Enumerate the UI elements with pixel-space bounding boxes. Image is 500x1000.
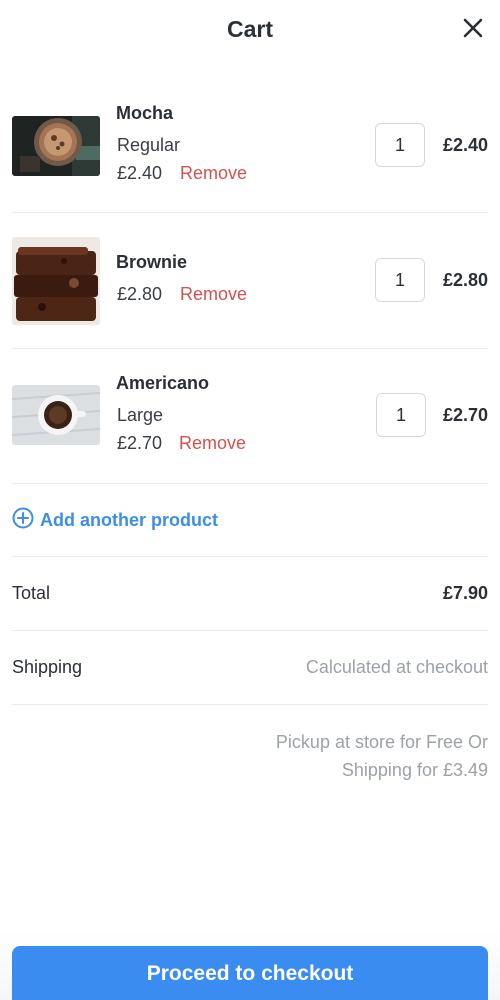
divider — [12, 483, 488, 484]
proceed-to-checkout-button[interactable]: Proceed to checkout — [12, 946, 488, 1000]
total-label: Total — [12, 583, 51, 603]
item-variant: Large — [117, 405, 164, 425]
divider — [12, 630, 488, 631]
americano-photo — [12, 385, 100, 445]
remove-button[interactable]: Remove — [179, 433, 246, 454]
plus-circle-icon — [12, 507, 34, 534]
shipping-note-line: Pickup at store for Free Or — [275, 732, 488, 752]
quantity-field[interactable]: 1 — [376, 393, 426, 437]
total-value: £7.90 — [442, 583, 488, 603]
item-line-total: £2.70 — [442, 405, 488, 425]
cart-item-americano: Americano Large £2.70 Remove 1 £2.70 — [0, 0, 500, 483]
shipping-note-line: Shipping for £3.49 — [341, 760, 488, 780]
add-product-link[interactable]: Add another product — [12, 507, 218, 534]
item-name: Americano — [116, 373, 210, 393]
item-unit-price: £2.70 — [117, 433, 163, 453]
divider — [12, 556, 488, 557]
add-product-label: Add another product — [40, 509, 218, 530]
shipping-label: Shipping — [12, 657, 83, 677]
shipping-value: Calculated at checkout — [305, 657, 488, 677]
cart-page: Cart Mocha Regular £2.40 Remove 1 £2.40 … — [0, 0, 500, 1000]
shipping-note: Pickup at store for Free Or Shipping for… — [188, 728, 488, 784]
divider — [12, 704, 488, 705]
